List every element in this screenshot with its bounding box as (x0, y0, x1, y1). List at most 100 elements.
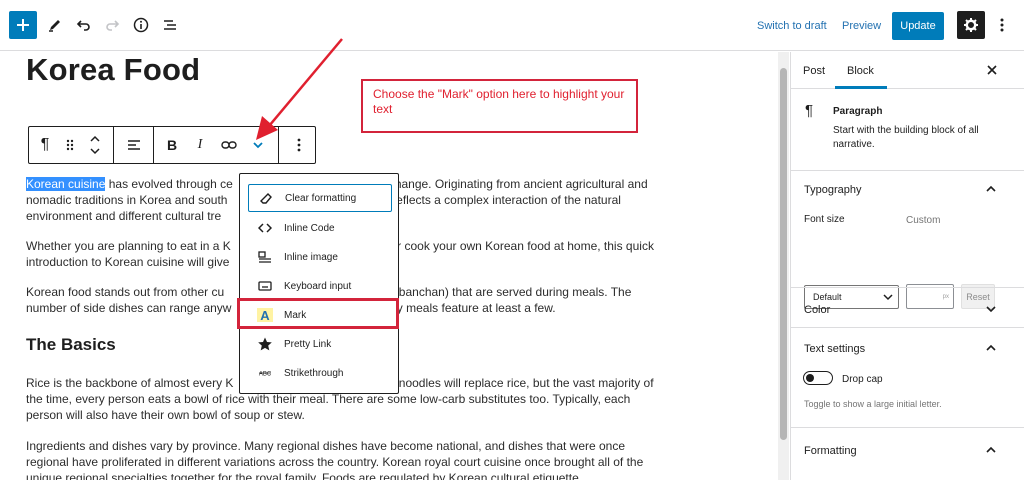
tools-button[interactable] (40, 10, 70, 40)
plus-icon (17, 19, 29, 31)
menu-item-inline-code[interactable]: Inline Code (248, 214, 392, 242)
block-type-button[interactable]: ¶ (29, 127, 61, 163)
mark-highlight-annotation (237, 298, 399, 329)
paragraph-text: day meals feature at least a few. (383, 301, 556, 315)
link-icon (221, 141, 237, 149)
menu-item-label: Inline image (284, 251, 338, 263)
pencil-icon (49, 20, 60, 32)
menu-item-label: Clear formatting (285, 192, 357, 204)
undo-icon (76, 20, 90, 31)
menu-item-strikethrough[interactable]: ABC Strikethrough (248, 359, 392, 387)
gear-icon (964, 18, 978, 32)
menu-item-clear-formatting[interactable]: Clear formatting (248, 184, 392, 212)
section-divider (791, 287, 1024, 288)
preview-button[interactable]: Preview (842, 20, 881, 32)
chevron-up-down-icon (90, 135, 100, 155)
annotation-arrow-icon (256, 38, 343, 140)
paragraph-text: number of side dishes can range anyw (26, 301, 232, 315)
typography-panel-title[interactable]: Typography (804, 184, 861, 196)
paragraph-icon: ¶ (805, 102, 814, 119)
switch-to-draft-button[interactable]: Switch to draft (757, 20, 827, 32)
paragraph-text: introduction to Korean cuisine will give (26, 255, 230, 269)
toolbar-divider (113, 127, 114, 163)
link-button[interactable] (215, 127, 243, 163)
section-divider (791, 170, 1024, 171)
code-icon (256, 219, 274, 237)
drop-cap-help: Toggle to show a large initial letter. (804, 399, 942, 409)
selected-text: Korean cuisine (26, 177, 106, 191)
chevron-up-icon[interactable] (984, 341, 998, 355)
block-name: Paragraph (833, 106, 883, 117)
toggle-knob (806, 373, 814, 382)
list-view-icon (164, 20, 176, 30)
menu-item-label: Inline Code (284, 222, 335, 234)
move-up-down-button[interactable] (81, 127, 109, 163)
menu-item-inline-image[interactable]: Inline image (248, 243, 392, 271)
font-size-label: Font size (804, 214, 845, 225)
menu-item-label: Keyboard input (284, 280, 352, 292)
post-title[interactable]: Korea Food (26, 52, 200, 88)
add-block-button[interactable] (9, 11, 37, 39)
list-view-button[interactable] (155, 10, 185, 40)
format-dropdown-menu: Clear formatting Inline Code Inline imag… (239, 173, 399, 394)
svg-text:ABC: ABC (259, 372, 272, 378)
paragraph-text: Korean food stands out from other cu (26, 285, 225, 299)
unit-label: px (942, 294, 949, 300)
formatting-panel-title[interactable]: Formatting (804, 445, 857, 457)
star-icon (256, 335, 274, 353)
drag-handle-icon (66, 139, 74, 151)
chevron-down-icon[interactable] (984, 302, 998, 316)
paragraph-text: environment and different cultural tre (26, 209, 222, 223)
editor-top-toolbar: Switch to draft Preview Update (0, 0, 1024, 51)
annotation-callout: Choose the "Mark" option here to highlig… (361, 79, 638, 133)
active-tab-indicator (835, 86, 887, 89)
heading-block[interactable]: The Basics (26, 335, 116, 355)
align-left-icon (128, 140, 140, 150)
bold-icon: B (166, 137, 178, 153)
paragraph-text: Ingredients and dishes vary by province.… (26, 439, 626, 453)
scrollbar-thumb[interactable] (780, 68, 787, 440)
tab-block[interactable]: Block (847, 65, 874, 77)
paragraph-text: ne reflects a complex interaction of the… (375, 193, 621, 207)
drop-cap-toggle[interactable] (803, 371, 833, 385)
text-settings-panel-title[interactable]: Text settings (804, 343, 865, 355)
options-button[interactable] (987, 10, 1017, 40)
paragraph-text: , or cook your own Korean food at home, … (383, 239, 654, 253)
paragraph-text: regional have proliferated in different … (26, 455, 644, 469)
menu-item-pretty-link[interactable]: Pretty Link (248, 330, 392, 358)
paragraph-text: l change. Originating from ancient agric… (382, 177, 648, 191)
keyboard-icon (256, 277, 274, 295)
details-button[interactable] (126, 10, 156, 40)
drag-handle[interactable] (59, 127, 81, 163)
redo-icon (106, 20, 120, 31)
paragraph-text: ns, noodles will replace rice, but the v… (379, 376, 654, 390)
section-divider (791, 427, 1024, 428)
paragraph-text: has evolved through ce (105, 177, 233, 191)
menu-item-keyboard-input[interactable]: Keyboard input (248, 272, 392, 300)
strikethrough-icon: ABC (256, 364, 274, 382)
paragraph-block[interactable]: Ingredients and dishes vary by province.… (26, 438, 688, 480)
font-size-selected: Default (813, 292, 842, 302)
italic-button[interactable]: I (187, 127, 213, 163)
chevron-up-icon[interactable] (984, 443, 998, 457)
sidebar-tabs: Post Block (791, 52, 1024, 89)
undo-button[interactable] (69, 10, 99, 40)
section-divider (791, 327, 1024, 328)
menu-item-label: Strikethrough (284, 367, 344, 379)
paragraph-text: Rice is the backbone of almost every K (26, 376, 234, 390)
redo-button[interactable] (97, 10, 127, 40)
settings-sidebar: Post Block ¶ Paragraph Start with the bu… (790, 52, 1024, 480)
block-description: Start with the building block of all nar… (833, 125, 979, 150)
paragraph-icon: ¶ (40, 136, 50, 153)
chevron-up-icon[interactable] (984, 182, 998, 196)
bold-button[interactable]: B (159, 127, 185, 163)
settings-button[interactable] (957, 11, 985, 39)
drop-cap-label: Drop cap (842, 374, 883, 385)
close-icon[interactable] (984, 62, 1000, 78)
tab-post[interactable]: Post (803, 65, 825, 77)
paragraph-text: unique regional specialties together for… (26, 471, 583, 480)
color-panel-title[interactable]: Color (804, 304, 830, 316)
align-button[interactable] (117, 127, 151, 163)
update-button[interactable]: Update (892, 12, 944, 40)
info-icon (133, 17, 149, 33)
